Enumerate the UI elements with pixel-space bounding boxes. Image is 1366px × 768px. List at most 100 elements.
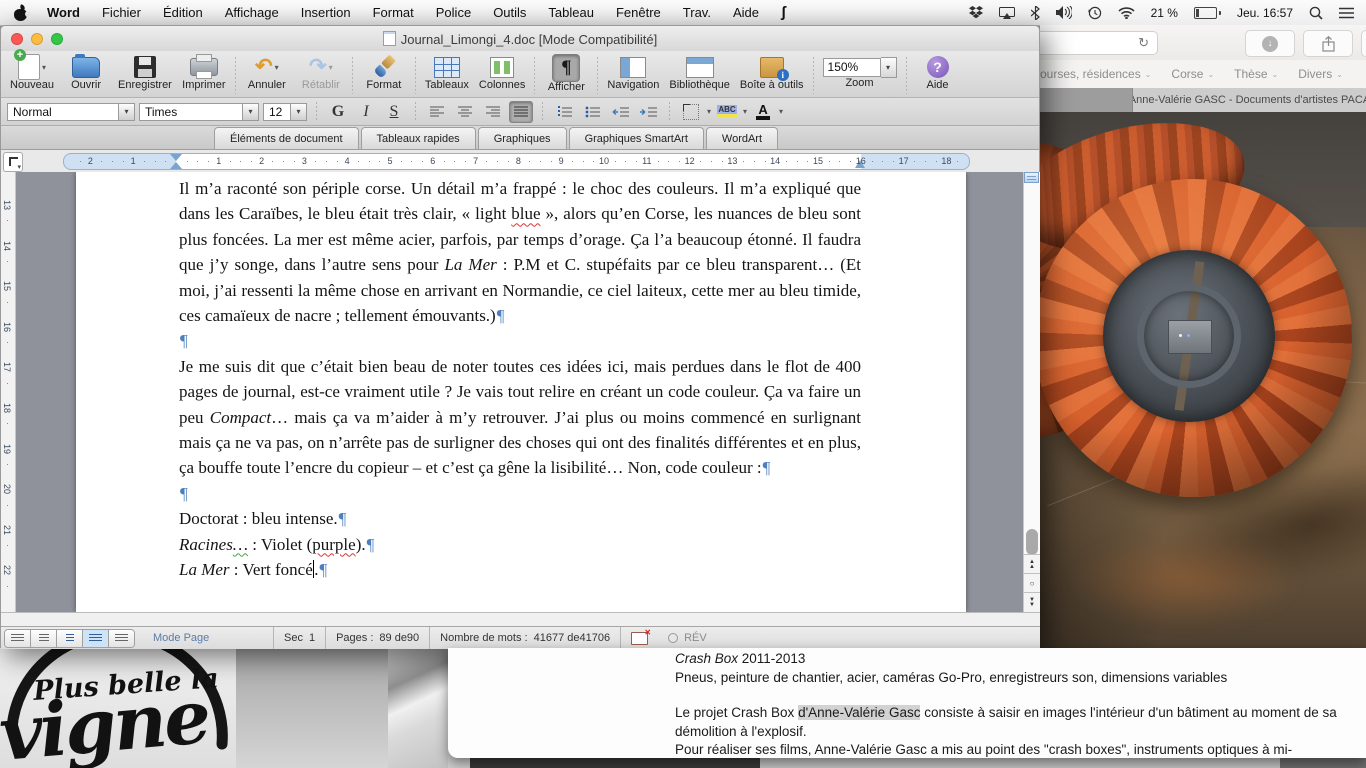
photo-fragment-right: [1280, 758, 1366, 768]
tab-stop-selector[interactable]: ▾: [3, 152, 23, 172]
decrease-indent-button[interactable]: [608, 101, 632, 123]
bookmark-item[interactable]: Divers⌄: [1298, 67, 1343, 81]
proofing-status[interactable]: [621, 627, 658, 649]
horizontal-scrollbar[interactable]: [1, 612, 1040, 627]
menu-word[interactable]: Word: [36, 1, 91, 25]
columns-button[interactable]: Colonnes: [474, 54, 530, 91]
address-bar[interactable]: ↻: [1028, 31, 1158, 55]
bookmark-item[interactable]: Corse⌄: [1171, 67, 1214, 81]
previous-page-button[interactable]: ▲▲: [1024, 554, 1040, 574]
inactive-tab-edge[interactable]: [1040, 88, 1133, 112]
menu-outils[interactable]: Outils: [482, 1, 537, 25]
print-layout-view-button[interactable]: [83, 630, 109, 647]
menu-format[interactable]: Format: [362, 1, 425, 25]
menu-fentre[interactable]: Fenêtre: [605, 1, 672, 25]
downloads-button[interactable]: ↓: [1245, 30, 1295, 57]
show-marks-button[interactable]: ¶Afficher: [539, 54, 593, 93]
numbered-list-button[interactable]: [552, 101, 576, 123]
menu-affichage[interactable]: Affichage: [214, 1, 290, 25]
menu-insertion[interactable]: Insertion: [290, 1, 362, 25]
font-select[interactable]: Times▾: [139, 103, 259, 121]
publishing-view-button[interactable]: [57, 630, 83, 647]
new-button[interactable]: ▾Nouveau: [5, 54, 59, 91]
script-menu-icon[interactable]: ʃ: [770, 1, 797, 25]
zoom-value[interactable]: 150%: [823, 58, 881, 77]
track-changes-toggle[interactable]: RÉV: [658, 627, 717, 649]
battery-icon[interactable]: [1194, 7, 1221, 19]
align-right-button[interactable]: [481, 101, 505, 123]
volume-icon[interactable]: [1056, 6, 1072, 19]
menu-fichier[interactable]: Fichier: [91, 1, 152, 25]
tab-title: Anne-Valérie GASC - Documents d'artistes…: [1133, 94, 1366, 106]
redo-button[interactable]: ↷▾Rétablir: [294, 54, 348, 91]
menu-trav[interactable]: Trav.: [672, 1, 722, 25]
menu-police[interactable]: Police: [425, 1, 482, 25]
tabs-button[interactable]: [1361, 30, 1366, 57]
ribbon-tab[interactable]: Éléments de document: [214, 127, 359, 149]
first-line-indent-marker[interactable]: [170, 154, 182, 161]
word-count[interactable]: Nombre de mots :41677 de41706: [430, 627, 621, 649]
browser-tab[interactable]: Anne-Valérie GASC - Documents d'artistes…: [1133, 88, 1366, 112]
menu-aide[interactable]: Aide: [722, 1, 770, 25]
dropbox-icon[interactable]: [969, 6, 983, 19]
open-button[interactable]: Ouvrir: [59, 54, 113, 91]
ribbon-tab[interactable]: Tableaux rapides: [361, 127, 476, 149]
print-button[interactable]: Imprimer: [177, 54, 231, 91]
page-indicator[interactable]: Pages :89 de90: [326, 627, 430, 649]
next-page-button[interactable]: ▼▼: [1024, 592, 1040, 612]
background-photo-fragment: [388, 648, 448, 768]
document-text[interactable]: Il m’a raconté son périple corse. Un dét…: [179, 176, 861, 583]
bluetooth-icon[interactable]: [1031, 6, 1040, 20]
underline-button[interactable]: S: [382, 101, 406, 123]
navigation-button[interactable]: Navigation: [602, 54, 664, 91]
style-select[interactable]: Normal▾: [7, 103, 135, 121]
increase-indent-button[interactable]: [636, 101, 660, 123]
reload-icon[interactable]: ↻: [1138, 35, 1149, 51]
select-browse-object-button[interactable]: ○: [1024, 573, 1040, 593]
align-left-button[interactable]: [425, 101, 449, 123]
ruler-number: 6: [430, 156, 435, 166]
borders-button[interactable]: [679, 101, 703, 123]
notification-center-icon[interactable]: [1339, 7, 1354, 19]
spotlight-icon[interactable]: [1309, 6, 1323, 20]
share-button[interactable]: [1303, 30, 1353, 57]
left-indent-marker[interactable]: [170, 162, 182, 169]
font-size-select[interactable]: 12▾: [263, 103, 307, 121]
highlight-button[interactable]: ABC: [715, 101, 739, 123]
bullet-list-button[interactable]: [580, 101, 604, 123]
menu-dition[interactable]: Édition: [152, 1, 214, 25]
word-titlebar[interactable]: Journal_Limongi_4.doc [Mode Compatibilit…: [1, 26, 1039, 52]
wifi-icon[interactable]: [1118, 7, 1135, 19]
draft-view-button[interactable]: [5, 630, 31, 647]
split-window-handle[interactable]: [1024, 172, 1039, 183]
outline-view-button[interactable]: [31, 630, 57, 647]
apple-menu-icon[interactable]: [14, 5, 28, 21]
ribbon-tab[interactable]: Graphiques SmartArt: [569, 127, 704, 149]
justify-button[interactable]: [509, 101, 533, 123]
airplay-icon[interactable]: [999, 7, 1015, 19]
toolbox-button[interactable]: Boîte à outils: [735, 54, 809, 91]
gallery-button[interactable]: Bibliothèque: [664, 54, 735, 91]
help-button[interactable]: ?Aide: [911, 54, 965, 91]
pilcrow-icon: ¶: [553, 56, 579, 80]
bookmark-item[interactable]: Thèse⌄: [1234, 67, 1278, 81]
italic-button[interactable]: I: [354, 101, 378, 123]
bookmark-item[interactable]: ourses, résidences⌄: [1040, 67, 1151, 81]
bold-button[interactable]: G: [326, 101, 350, 123]
ribbon-tab[interactable]: WordArt: [706, 127, 778, 149]
notebook-view-button[interactable]: [109, 630, 134, 647]
format-painter-button[interactable]: Format: [357, 54, 411, 91]
undo-button[interactable]: ↶▾Annuler: [240, 54, 294, 91]
align-center-button[interactable]: [453, 101, 477, 123]
vertical-scrollbar[interactable]: ▲▲ ○ ▼▼: [1023, 172, 1040, 612]
menu-tableau[interactable]: Tableau: [537, 1, 605, 25]
time-machine-icon[interactable]: [1088, 6, 1102, 20]
save-button[interactable]: Enregistrer: [113, 54, 177, 91]
font-color-button[interactable]: A: [751, 101, 775, 123]
ribbon-tab[interactable]: Graphiques: [478, 127, 567, 149]
document-page[interactable]: Il m’a raconté son périple corse. Un dét…: [76, 172, 966, 612]
zoom-dropdown[interactable]: ▾: [881, 57, 897, 78]
menubar-clock[interactable]: Jeu. 16:57: [1237, 6, 1293, 20]
tables-button[interactable]: Tableaux: [420, 54, 474, 91]
scrollbar-thumb[interactable]: [1026, 529, 1038, 555]
